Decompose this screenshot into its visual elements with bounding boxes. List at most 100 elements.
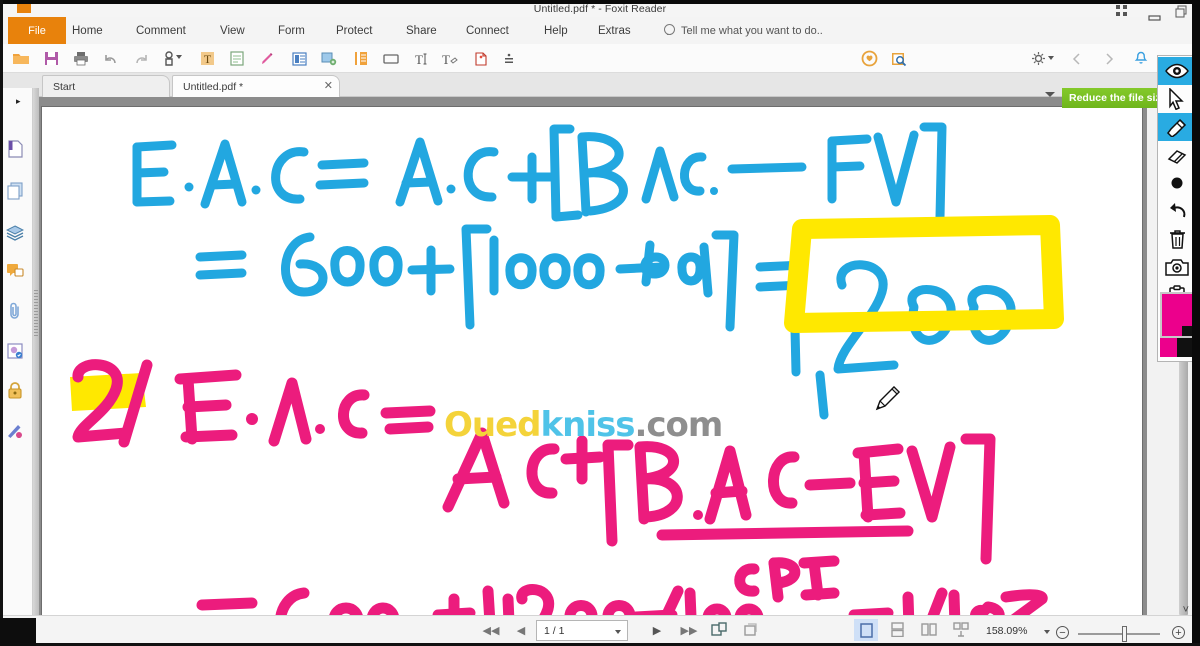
zoom-dropdown-icon[interactable] (1044, 630, 1050, 634)
next-view-icon[interactable] (1098, 48, 1120, 69)
sidebar-item-attachments[interactable] (4, 300, 26, 322)
lightbulb-icon (663, 24, 675, 37)
print-icon[interactable] (70, 48, 92, 69)
open-file-icon[interactable] (10, 48, 32, 69)
menu-item-protect[interactable]: Protect (336, 17, 372, 44)
expand-panel-icon[interactable]: ▸ (16, 96, 21, 107)
zoom-slider-thumb[interactable] (1122, 626, 1127, 642)
visibility-eye-icon[interactable] (1158, 57, 1196, 85)
screenshot-icon[interactable] (1158, 253, 1196, 281)
watermark-part1: Oued (444, 405, 542, 445)
zoom-in-glyph: + (1172, 626, 1185, 639)
menu-item-form[interactable]: Form (278, 17, 305, 44)
rectangle-icon[interactable] (380, 48, 402, 69)
window-frame-left (0, 0, 3, 646)
facing-view-button[interactable] (918, 619, 940, 639)
menu-item-help[interactable]: Help (544, 17, 568, 44)
status-bar: ◀◀ ◀ 1 / 1 ▶ ▶▶ 158.09% − + (0, 615, 1200, 643)
attach-file-icon[interactable] (470, 48, 492, 69)
zoom-out-button[interactable]: − (1056, 626, 1069, 639)
vertical-scrollbar[interactable] (1179, 350, 1188, 615)
typewriter-icon[interactable]: T (410, 48, 432, 69)
tab-start[interactable]: Start (42, 75, 170, 97)
chevron-down-icon[interactable] (615, 630, 621, 634)
pdf-page[interactable]: Ouedkniss.com (42, 107, 1142, 617)
scroll-down-icon[interactable]: ˅ (1183, 604, 1189, 616)
highlight-pen-icon[interactable] (256, 48, 278, 69)
notifications-icon[interactable] (1130, 48, 1152, 69)
watermark-part2: kniss (540, 405, 636, 445)
facing-continuous-button[interactable] (950, 619, 972, 639)
single-page-view-button[interactable] (854, 619, 878, 641)
sidebar-item-layers[interactable] (4, 222, 26, 244)
prev-view-icon[interactable] (1066, 48, 1088, 69)
splitter-grip-icon[interactable] (34, 290, 38, 336)
rotate-view-icon[interactable] (740, 620, 762, 640)
svg-text:T: T (203, 52, 211, 66)
restore-icon[interactable] (1175, 5, 1189, 24)
page-number-value: 1 / 1 (544, 624, 565, 637)
menu-item-view[interactable]: View (220, 17, 245, 44)
window-frame-right (1192, 0, 1200, 646)
reduce-file-size-label: Reduce the file size (1069, 92, 1167, 104)
svg-text:T: T (415, 52, 423, 66)
minimize-icon[interactable] (1148, 9, 1162, 27)
highlighter-icon[interactable] (1158, 113, 1196, 141)
cursor-arrow-icon[interactable] (1158, 85, 1196, 113)
snapshot-icon[interactable] (226, 48, 248, 69)
fit-page-icon[interactable] (708, 620, 730, 640)
sidebar-item-stamps[interactable] (4, 340, 26, 362)
first-page-button[interactable]: ◀◀ (480, 620, 502, 640)
redo-icon[interactable] (130, 48, 152, 69)
eraser-icon[interactable] (1158, 141, 1196, 169)
tab-untitled-pdf[interactable]: Untitled.pdf * ✕ (172, 75, 340, 97)
next-page-button[interactable]: ▶ (646, 620, 668, 640)
dot-brush-icon[interactable] (1158, 169, 1196, 197)
tell-me-search[interactable]: Tell me what you want to do.. (663, 17, 823, 44)
sidebar-item-thumbnails[interactable] (4, 180, 26, 202)
settings-dropdown-icon[interactable] (1048, 56, 1054, 60)
settings-icon[interactable] (1027, 48, 1049, 69)
favorites-icon[interactable] (858, 48, 880, 69)
undo-stroke-icon[interactable] (1158, 197, 1196, 225)
close-icon[interactable]: ✕ (324, 81, 333, 92)
sidebar-item-security[interactable] (4, 380, 26, 402)
find-panel-icon[interactable] (888, 48, 910, 69)
hand-tool-dropdown-icon[interactable] (176, 55, 182, 59)
sidebar-item-comments[interactable] (4, 260, 26, 282)
tab-start-label: Start (53, 80, 76, 93)
bookmark-icon[interactable] (350, 48, 372, 69)
menu-item-share[interactable]: Share (406, 17, 437, 44)
note-icon[interactable] (288, 48, 310, 69)
grid-apps-icon[interactable] (1115, 4, 1129, 23)
continuous-view-button[interactable] (886, 619, 908, 639)
sidebar-item-bookmarks[interactable] (4, 138, 26, 160)
toast-dropdown-icon[interactable] (1045, 92, 1055, 97)
page-number-input[interactable]: 1 / 1 (536, 620, 628, 641)
window-title: Untitled.pdf * - Foxit Reader (533, 3, 667, 15)
menu-file-tab[interactable]: File (8, 17, 66, 44)
stamp-icon[interactable] (318, 48, 340, 69)
undo-icon[interactable] (100, 48, 122, 69)
zoom-in-button[interactable]: + (1172, 626, 1185, 639)
menu-item-comment[interactable]: Comment (136, 17, 186, 44)
menu-item-extras[interactable]: Extras (598, 17, 631, 44)
previous-page-button[interactable]: ◀ (510, 620, 532, 640)
select-text-icon[interactable]: T (196, 48, 218, 69)
zoom-slider-track[interactable] (1078, 633, 1160, 635)
text-box-icon[interactable]: T (438, 48, 460, 69)
window-frame-corner (0, 618, 36, 646)
sidebar-item-signatures[interactable] (4, 420, 26, 442)
save-icon[interactable] (40, 48, 62, 69)
more-tools-icon[interactable] (498, 48, 520, 69)
delete-all-icon[interactable] (1158, 225, 1196, 253)
zoom-level-label: 158.09% (986, 625, 1028, 637)
menu-item-connect[interactable]: Connect (466, 17, 509, 44)
last-page-button[interactable]: ▶▶ (678, 620, 700, 640)
document-viewport[interactable]: Ouedkniss.com (39, 97, 1147, 617)
ink-annotation-layer (70, 122, 1064, 617)
tab-untitled-pdf-label: Untitled.pdf * (183, 80, 244, 93)
svg-text:T: T (442, 52, 450, 66)
menu-item-home[interactable]: Home (72, 17, 103, 44)
active-color-swatch[interactable] (1160, 292, 1194, 338)
